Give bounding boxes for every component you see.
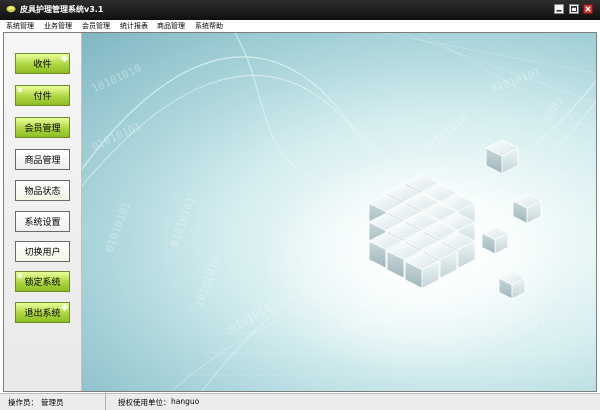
nav-product-management-label: 商品管理 — [24, 156, 61, 166]
svg-text:10101: 10101 — [538, 94, 566, 129]
minimize-icon — [554, 4, 564, 14]
svg-text:10101010: 10101010 — [193, 255, 223, 309]
nav-switch-user-button[interactable]: 切换用户 — [15, 241, 70, 262]
maximize-icon — [569, 4, 579, 14]
licensed-unit-label: 授权使用单位： — [118, 398, 171, 407]
svg-text:01010101: 01010101 — [489, 65, 543, 95]
sparkle-icon — [60, 303, 69, 312]
sparkle-icon — [18, 274, 22, 278]
nav-receive-button[interactable]: 收件 — [15, 53, 70, 74]
close-icon — [583, 4, 593, 14]
minimize-button[interactable] — [554, 4, 564, 14]
nav-item-status-label: 物品状态 — [24, 187, 61, 197]
menu-bar: 系统管理 业务管理 会员管理 统计报表 商品管理 系统帮助 — [0, 20, 600, 32]
nav-member-management-button[interactable]: 会员管理 — [15, 117, 70, 138]
app-icon — [6, 5, 16, 13]
nav-receive-label: 收件 — [33, 60, 52, 70]
nav-switch-user-label: 切换用户 — [24, 248, 61, 258]
nav-pickup-button[interactable]: 付件 — [15, 85, 70, 106]
nav-system-settings-label: 系统设置 — [24, 218, 61, 228]
menu-member-management[interactable]: 会员管理 — [82, 21, 110, 31]
main-frame: 收件 付件 会员管理 商品管理 物品状态 系统设置 切换用户 锁定系统 退出系统 — [3, 32, 597, 392]
nav-system-settings-button[interactable]: 系统设置 — [15, 211, 70, 232]
left-nav-panel: 收件 付件 会员管理 商品管理 物品状态 系统设置 切换用户 锁定系统 退出系统 — [4, 33, 82, 391]
nav-pickup-label: 付件 — [33, 92, 52, 102]
cube-27 — [485, 139, 519, 175]
sparkle-icon — [18, 88, 22, 92]
svg-text:01010101: 01010101 — [103, 200, 133, 254]
nav-product-management-button[interactable]: 商品管理 — [15, 149, 70, 170]
menu-statistics-reports[interactable]: 统计报表 — [120, 21, 148, 31]
svg-text:10101010: 10101010 — [421, 111, 470, 155]
svg-text:10101010: 10101010 — [90, 62, 144, 96]
nav-exit-system-button[interactable]: 退出系统 — [15, 302, 70, 323]
sparkle-icon — [60, 54, 69, 63]
operator-label: 操作员： — [8, 398, 38, 407]
nav-lock-system-label: 锁定系统 — [24, 278, 61, 288]
maximize-button[interactable] — [569, 4, 579, 14]
licensed-unit-value: hanguo — [171, 397, 200, 406]
splash-artwork: 10101010 01010101 01010101 01010101 1010… — [82, 33, 596, 391]
svg-text:01010101: 01010101 — [227, 298, 279, 336]
operator-value: 管理员 — [41, 398, 64, 407]
close-button[interactable] — [583, 4, 593, 14]
splash-background: 10101010 01010101 01010101 01010101 1010… — [82, 33, 596, 391]
title-bar[interactable]: 皮具护理管理系统v3.1 — [0, 0, 600, 20]
window-title: 皮具护理管理系统v3.1 — [20, 5, 104, 14]
nav-member-management-label: 会员管理 — [24, 124, 61, 134]
menu-system-management[interactable]: 系统管理 — [6, 21, 34, 31]
menu-product-management[interactable]: 商品管理 — [157, 21, 185, 31]
nav-lock-system-button[interactable]: 锁定系统 — [15, 271, 70, 292]
svg-text:01010101: 01010101 — [168, 195, 198, 249]
status-bar: 操作员： 管理员 授权使用单位： hanguo — [0, 393, 600, 410]
nav-exit-system-label: 退出系统 — [24, 309, 61, 319]
menu-system-help[interactable]: 系统帮助 — [195, 21, 223, 31]
nav-item-status-button[interactable]: 物品状态 — [15, 180, 70, 201]
menu-business-management[interactable]: 业务管理 — [44, 21, 72, 31]
